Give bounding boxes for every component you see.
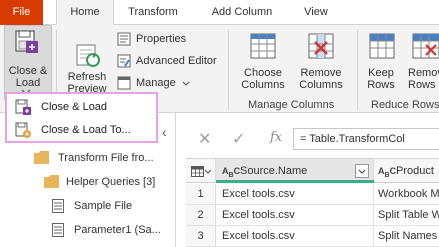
- advanced-editor-button[interactable]: Advanced Editor: [136, 52, 217, 70]
- function-fx-icon[interactable]: fx: [270, 130, 282, 145]
- tab-transform[interactable]: Transform: [118, 0, 188, 25]
- data-grid: ABC Source.Name ABC Product 1 Excel tool…: [186, 158, 439, 247]
- advanced-editor-icon: [117, 54, 131, 68]
- collapse-pane-chevron-icon[interactable]: ‹: [162, 124, 167, 140]
- row-number[interactable]: 1: [186, 184, 216, 205]
- menu-item-label: Close & Load To...: [41, 124, 131, 136]
- close-load-icon: [15, 30, 38, 53]
- tree-item-label: Sample File: [74, 200, 133, 212]
- keep-rows-label-line1[interactable]: Keep: [362, 67, 400, 79]
- row-number[interactable]: 3: [186, 226, 216, 247]
- table-cell[interactable]: Split Names t: [374, 226, 439, 247]
- manage-icon: [117, 76, 131, 90]
- remove-columns-label-line1[interactable]: Remove: [292, 67, 350, 79]
- tree-item-label: Parameter1 (Sa...: [74, 224, 161, 236]
- formula-input[interactable]: = Table.TransformCol: [293, 128, 439, 150]
- close-load-icon: [15, 99, 31, 115]
- remove-rows-label-line2[interactable]: Rows: [405, 79, 439, 91]
- group-label-reduce-rows: Reduce Rows: [371, 99, 439, 111]
- remove-columns-icon: [308, 33, 334, 59]
- refresh-preview-label-line1[interactable]: Refresh: [60, 71, 114, 83]
- close-load-menu: Close & Load Close & Load To...: [5, 92, 158, 143]
- choose-columns-icon: [250, 33, 276, 59]
- remove-columns-label-line2[interactable]: Columns: [292, 79, 350, 91]
- table-cell[interactable]: Split Table W: [374, 205, 439, 226]
- ribbon-separator: [357, 30, 358, 110]
- keep-rows-label-line2[interactable]: Rows: [362, 79, 400, 91]
- row-number[interactable]: 2: [186, 205, 216, 226]
- column-header-label: Product: [396, 165, 434, 177]
- tab-file[interactable]: File: [0, 0, 43, 25]
- close-load-label-line2: Load: [15, 77, 41, 89]
- column-filter-dropdown[interactable]: [355, 164, 369, 178]
- folder-icon: [44, 175, 59, 188]
- remove-rows-icon: [412, 33, 439, 59]
- menu-item-close-load[interactable]: Close & Load: [7, 96, 156, 118]
- table-icon: [191, 166, 211, 177]
- column-header-product[interactable]: ABC Product: [374, 159, 439, 183]
- ribbon-separator: [228, 30, 229, 110]
- table-icon: [52, 199, 64, 213]
- cancel-icon[interactable]: ✕: [198, 129, 211, 149]
- tab-view[interactable]: View: [296, 0, 336, 25]
- confirm-check-icon[interactable]: ✓: [232, 129, 245, 149]
- tab-home[interactable]: Home: [56, 0, 114, 26]
- refresh-preview-icon: [76, 44, 100, 67]
- chevron-down-icon: [358, 169, 366, 174]
- remove-rows-label-line1[interactable]: Remov: [405, 67, 439, 79]
- properties-icon: [117, 32, 131, 46]
- menu-item-label: Close & Load: [41, 101, 108, 113]
- choose-columns-label-line2[interactable]: Columns: [234, 79, 292, 91]
- properties-button[interactable]: Properties: [136, 30, 186, 48]
- table-cell[interactable]: Excel tools.csv: [216, 184, 374, 205]
- menu-item-close-load-to[interactable]: Close & Load To...: [7, 119, 156, 141]
- text-type-icon: ABC: [378, 166, 397, 179]
- manage-button[interactable]: Manage: [136, 74, 176, 92]
- folder-icon: [34, 151, 49, 164]
- choose-columns-label-line1[interactable]: Choose: [234, 67, 292, 79]
- keep-rows-icon: [369, 33, 395, 59]
- chevron-down-icon: [182, 81, 190, 86]
- column-quality-bar: [216, 180, 374, 183]
- table-cell[interactable]: Excel tools.csv: [216, 205, 374, 226]
- group-label-manage-columns: Manage Columns: [248, 99, 335, 111]
- formula-bar: ✕ ✓ fx = Table.TransformCol: [186, 126, 439, 152]
- tab-add-column[interactable]: Add Column: [200, 0, 284, 25]
- tree-item-label: Transform File fro...: [58, 152, 154, 164]
- close-load-to-icon: [15, 122, 31, 138]
- table-icon: [52, 223, 64, 237]
- table-menu-button[interactable]: [186, 159, 216, 183]
- ribbon-tab-bar: File Home Transform Add Column View: [0, 0, 439, 26]
- tree-item-label: Helper Queries [3]: [66, 176, 156, 188]
- table-cell[interactable]: Excel tools.csv: [216, 226, 374, 247]
- close-load-label-line1: Close &: [8, 65, 48, 77]
- table-cell[interactable]: Workbook M: [374, 184, 439, 205]
